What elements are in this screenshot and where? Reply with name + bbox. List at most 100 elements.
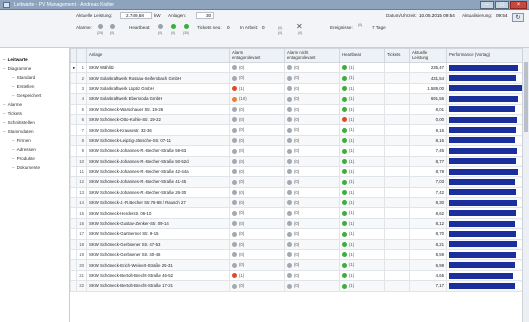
sidebar-item-diagramme[interactable]: – Diagramme — [3, 66, 31, 71]
table-row[interactable]: 5 SKW Schöneck-Warschauer Str. 19-26 (0) (0… — [70, 103, 529, 115]
heartbeat-cell[interactable]: (1) — [339, 186, 385, 199]
alarm-nicht-relevant-cell[interactable]: (0) — [284, 207, 340, 219]
anlage-name[interactable]: SKW Solarkraftwerk Lüptiz GmbH — [86, 82, 230, 95]
header-heartbeat[interactable]: Heartbeat — [339, 48, 385, 63]
alarm-relevant-cell[interactable]: (0) — [229, 217, 285, 230]
anlage-name[interactable]: SKW Schöneck-Johannes-R.-Becher-Straße 5… — [86, 155, 230, 167]
alarm-nicht-relevant-cell[interactable]: (0) — [284, 103, 340, 115]
table-row[interactable]: 6 SKW Schöneck-Otto-Kohle-Str. 19-22 (0) (0… — [70, 113, 529, 126]
alarm-nicht-relevant-cell[interactable]: (0) — [284, 93, 340, 105]
anlage-name[interactable]: SKW Schöneck-Leipzig-Jänsche-Str. 07-11 — [86, 134, 230, 147]
heartbeat-cell[interactable]: (1) — [339, 103, 385, 115]
sidebar-item-tickets[interactable]: – Tickets — [3, 111, 22, 116]
header-performance[interactable]: Performance (Vortag) — [446, 48, 529, 63]
alarm-relevant-cell[interactable]: (0) — [229, 165, 285, 178]
heartbeat-cell[interactable]: (1) — [339, 217, 385, 230]
heartbeat-gray-icon[interactable] — [158, 24, 163, 29]
minimize-button[interactable]: – — [480, 1, 494, 9]
alarm-relevant-cell[interactable]: (0) — [229, 238, 285, 251]
heartbeat-cell[interactable]: (1) — [339, 176, 385, 188]
table-row[interactable]: 20 SKW Schöneck-Erich-Weinert-Straße 25-3… — [70, 259, 529, 271]
tickets-cell[interactable] — [384, 197, 410, 209]
anlage-name[interactable]: SKW Schöneck-Warschauer Str. 19-26 — [86, 103, 230, 115]
table-row[interactable]: 19 SKW Schöneck-Gerbsener Str. 40-46 (0) (0… — [70, 249, 529, 261]
alarm-relevant-cell[interactable]: (0) — [229, 103, 285, 115]
tickets-cell[interactable] — [384, 280, 410, 292]
alarme-gray-icon[interactable] — [98, 24, 103, 29]
alarm-relevant-cell[interactable]: (0) — [229, 145, 285, 157]
anlage-name[interactable]: SKW Schöneck-J.-R.Becher Str.76-88 / Rau… — [86, 197, 230, 209]
sidebar-item-gespeichert[interactable]: – Gespeichert — [12, 93, 41, 98]
tickets-cell[interactable] — [384, 61, 410, 74]
heartbeat-cell[interactable]: (1) — [339, 280, 385, 292]
anlage-name[interactable]: SKW Schöneck-Bertolt-Brecht-Straße 17-21 — [86, 280, 230, 292]
heartbeat-cell[interactable]: (1) — [339, 207, 385, 219]
alarm-relevant-cell[interactable]: (0) — [229, 259, 285, 271]
anlage-name[interactable]: SKW Schöneck-Johannes-R.-Becher-Straße 2… — [86, 186, 230, 199]
sidebar-item-produkte[interactable]: – Produkte — [12, 156, 35, 161]
alarm-nicht-relevant-cell[interactable]: (0) — [284, 155, 340, 167]
tickets-cell[interactable] — [384, 186, 410, 199]
heartbeat-cell[interactable]: (1) — [339, 269, 385, 282]
alarm-nicht-relevant-cell[interactable]: (0) — [284, 113, 340, 126]
tickets-cell[interactable] — [384, 259, 410, 271]
tickets-cell[interactable] — [384, 217, 410, 230]
alarm-nicht-relevant-cell[interactable]: (0) — [284, 249, 340, 261]
alarm-relevant-cell[interactable]: (0) — [229, 197, 285, 209]
table-row[interactable]: 3 SKW Solarkraftwerk Lüptiz GmbH (1) (0) (1)… — [70, 82, 529, 95]
alarm-nicht-relevant-cell[interactable]: (0) — [284, 61, 340, 74]
ereignisse-range[interactable]: 7 Tage — [372, 25, 386, 30]
anlage-name[interactable]: SKW Schöneck-Erich-Weinert-Straße 25-31 — [86, 259, 230, 271]
vertical-scrollbar[interactable] — [522, 48, 529, 322]
anlage-name[interactable]: SKW Solarkraftwerk Rossau-Seifersbach Gm… — [86, 72, 230, 84]
refresh-button[interactable]: ↻ — [512, 13, 524, 22]
alarm-nicht-relevant-cell[interactable]: (0) — [284, 165, 340, 178]
heartbeat-cell[interactable]: (1) — [339, 134, 385, 147]
tickets-cell[interactable] — [384, 72, 410, 84]
alarm-relevant-cell[interactable]: (0) — [229, 280, 285, 292]
heartbeat-cell[interactable]: (1) — [339, 228, 385, 240]
sidebar-item-schnittstellen[interactable]: – Schnittstellen — [3, 120, 35, 125]
alarme-gray-icon[interactable] — [110, 24, 115, 29]
table-row[interactable]: 11 SKW Schöneck-Johannes-R.-Becher-Straße… — [70, 165, 529, 178]
alarm-relevant-cell[interactable]: (0) — [229, 72, 285, 84]
tickets-cell[interactable] — [384, 145, 410, 157]
table-row[interactable]: 14 SKW Schöneck-J.-R.Becher Str.76-88 / R… — [70, 197, 529, 209]
heartbeat-cell[interactable]: (1) — [339, 82, 385, 95]
heartbeat-cell[interactable]: (1) — [339, 155, 385, 167]
sidebar-item-alarme[interactable]: – Alarme — [3, 102, 22, 107]
table-row[interactable]: 10 SKW Schöneck-Johannes-R.-Becher-Straße… — [70, 155, 529, 167]
tickets-cell[interactable] — [384, 103, 410, 115]
alarm-relevant-cell[interactable]: (0) — [229, 113, 285, 126]
heartbeat-cell[interactable]: (1) — [339, 238, 385, 251]
maximize-button[interactable]: □ — [495, 1, 509, 9]
tickets-cell[interactable] — [384, 249, 410, 261]
alarm-nicht-relevant-cell[interactable]: (0) — [284, 269, 340, 282]
table-row[interactable]: 22 SKW Schöneck-Bertolt-Brecht-Straße 17-… — [70, 280, 529, 292]
heartbeat-cell[interactable]: (1) — [339, 165, 385, 178]
tickets-cell[interactable] — [384, 134, 410, 147]
alarm-relevant-cell[interactable]: (0) — [229, 186, 285, 199]
tickets-cell[interactable] — [384, 269, 410, 282]
heartbeat-cell[interactable]: (1) — [339, 145, 385, 157]
anlage-name[interactable]: SKW Solarkraftwerk Ebersroda GmbH — [86, 93, 230, 105]
heartbeat-cell[interactable]: (1) — [339, 124, 385, 136]
sidebar-item-stammdaten[interactable]: – Stammdaten — [3, 129, 34, 134]
table-row[interactable]: 4 SKW Solarkraftwerk Ebersroda GmbH (10) (0… — [70, 93, 529, 105]
alarm-nicht-relevant-cell[interactable]: (0) — [284, 124, 340, 136]
heartbeat-cell[interactable]: (1) — [339, 249, 385, 261]
alarm-relevant-cell[interactable]: (0) — [229, 249, 285, 261]
heartbeat-cell[interactable]: (1) — [339, 93, 385, 105]
alarm-nicht-relevant-cell[interactable]: (0) — [284, 197, 340, 209]
tickets-cell[interactable] — [384, 93, 410, 105]
tickets-cell[interactable] — [384, 165, 410, 178]
anlage-name[interactable]: SKW Schöneck-Gerbsener Str. 40-46 — [86, 249, 230, 261]
anlage-name[interactable]: SKW Schöneck-Krausestr. 32-36 — [86, 124, 230, 136]
anlage-name[interactable]: SKW Schöneck-Gartnerner Str. 9-15 — [86, 228, 230, 240]
alarm-relevant-cell[interactable]: (0) — [229, 61, 285, 74]
anlage-name[interactable]: SKW Schöneck-Herderstr. 06-10 — [86, 207, 230, 219]
sidebar-item-standard[interactable]: – Standard — [12, 75, 35, 80]
alarm-nicht-relevant-cell[interactable]: (0) — [284, 259, 340, 271]
sidebar-item-dokumente[interactable]: – Dokumente — [12, 165, 40, 170]
alarm-nicht-relevant-cell[interactable]: (0) — [284, 280, 340, 292]
